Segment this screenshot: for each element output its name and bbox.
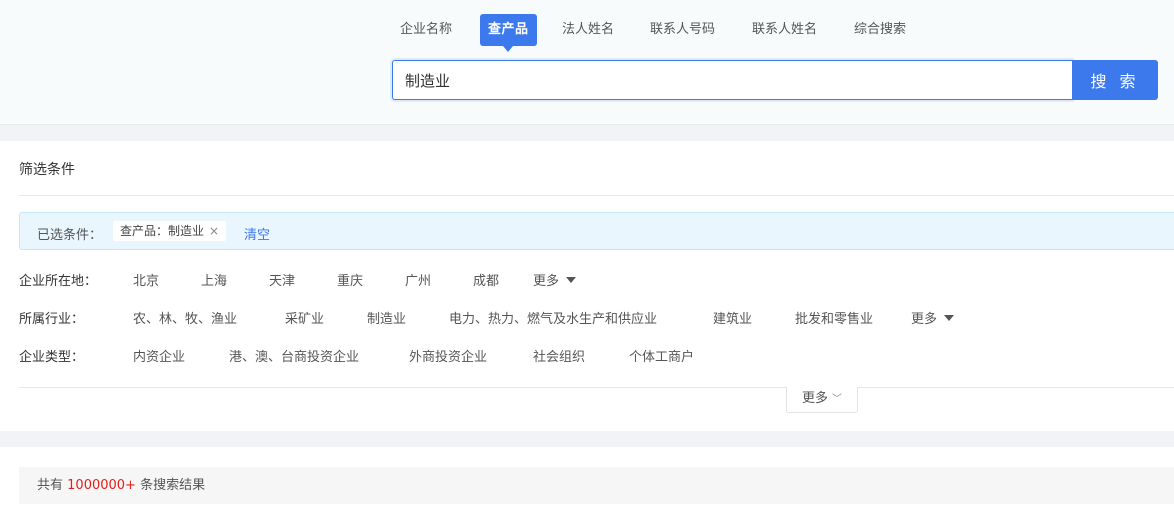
selected-conditions-label: 已选条件：: [37, 228, 103, 243]
filter-option[interactable]: 重庆: [337, 270, 363, 289]
search-bar: 搜 索: [392, 60, 1158, 100]
tab-company-name[interactable]: 企业名称: [400, 14, 452, 46]
section-gap: [0, 431, 1174, 447]
filter-panel: 筛选条件 已选条件： 查产品：制造业 × 清空 企业所在地： 北京 上海 天津 重…: [0, 141, 1174, 431]
double-chevron-down-icon: ﹀: [832, 394, 842, 405]
more-location-button[interactable]: 更多: [533, 270, 577, 289]
results-count: 1000000+: [67, 478, 136, 493]
close-icon[interactable]: ×: [209, 224, 219, 238]
filter-option[interactable]: 内资企业: [133, 346, 185, 365]
filter-option[interactable]: 制造业: [367, 308, 406, 327]
filter-option[interactable]: 广州: [405, 270, 431, 289]
search-header: 企业名称 查产品 法人姓名 联系人号码 联系人姓名 综合搜索 搜 索: [0, 0, 1174, 125]
filter-title: 筛选条件: [19, 162, 75, 178]
more-label: 更多: [911, 312, 938, 327]
expand-filters-button[interactable]: 更多 ﹀: [786, 387, 858, 413]
filter-row-industry: 所属行业： 农、林、牧、渔业 采矿业 制造业 电力、热力、燃气及水生产和供应业 …: [19, 308, 1174, 328]
section-gap: [0, 125, 1174, 141]
results-prefix: 共有: [37, 478, 64, 493]
tab-legal-person[interactable]: 法人姓名: [562, 14, 614, 46]
search-input[interactable]: [392, 60, 1072, 100]
tab-comprehensive[interactable]: 综合搜索: [854, 14, 906, 46]
filter-row-company-type: 企业类型： 内资企业 港、澳、台商投资企业 外商投资企业 社会组织 个体工商户: [19, 346, 1174, 366]
filter-row-label: 企业所在地：: [19, 274, 98, 289]
results-summary: 共有 1000000+ 条搜索结果: [19, 467, 1174, 504]
filter-row-label: 企业类型：: [19, 350, 85, 365]
filter-option[interactable]: 电力、热力、燃气及水生产和供应业: [449, 308, 657, 327]
more-industry-button[interactable]: 更多: [911, 308, 955, 327]
caret-down-icon: [566, 277, 577, 283]
filter-option[interactable]: 建筑业: [713, 308, 752, 327]
filter-option[interactable]: 外商投资企业: [409, 346, 487, 365]
clear-link[interactable]: 清空: [244, 224, 270, 243]
filter-option[interactable]: 批发和零售业: [795, 308, 873, 327]
filter-option[interactable]: 社会组织: [533, 346, 585, 365]
tab-contact-name[interactable]: 联系人姓名: [752, 14, 817, 46]
filter-option[interactable]: 北京: [133, 270, 159, 289]
results-suffix: 条搜索结果: [140, 478, 206, 493]
filter-option[interactable]: 天津: [269, 270, 295, 289]
filter-option[interactable]: 成都: [473, 270, 499, 289]
divider: [19, 387, 1174, 388]
selected-chip: 查产品：制造业 ×: [113, 221, 227, 241]
search-button[interactable]: 搜 索: [1072, 60, 1158, 100]
filter-row-label: 所属行业：: [19, 312, 85, 327]
selected-chip-label: 查产品：制造业: [120, 224, 205, 238]
filter-option[interactable]: 个体工商户: [629, 346, 694, 365]
filter-option[interactable]: 港、澳、台商投资企业: [229, 346, 359, 365]
expand-filters-label: 更多: [801, 391, 828, 406]
selected-conditions-bar: 已选条件： 查产品：制造业 × 清空: [19, 212, 1174, 250]
filter-row-location: 企业所在地： 北京 上海 天津 重庆 广州 成都 更多: [19, 270, 1174, 290]
tab-contact-phone[interactable]: 联系人号码: [650, 14, 715, 46]
filter-option[interactable]: 采矿业: [285, 308, 324, 327]
tab-product[interactable]: 查产品: [480, 14, 537, 52]
caret-down-icon: [944, 315, 955, 321]
filter-option[interactable]: 农、林、牧、渔业: [133, 308, 237, 327]
more-label: 更多: [533, 274, 560, 289]
filter-option[interactable]: 上海: [201, 270, 227, 289]
divider: [19, 195, 1174, 196]
